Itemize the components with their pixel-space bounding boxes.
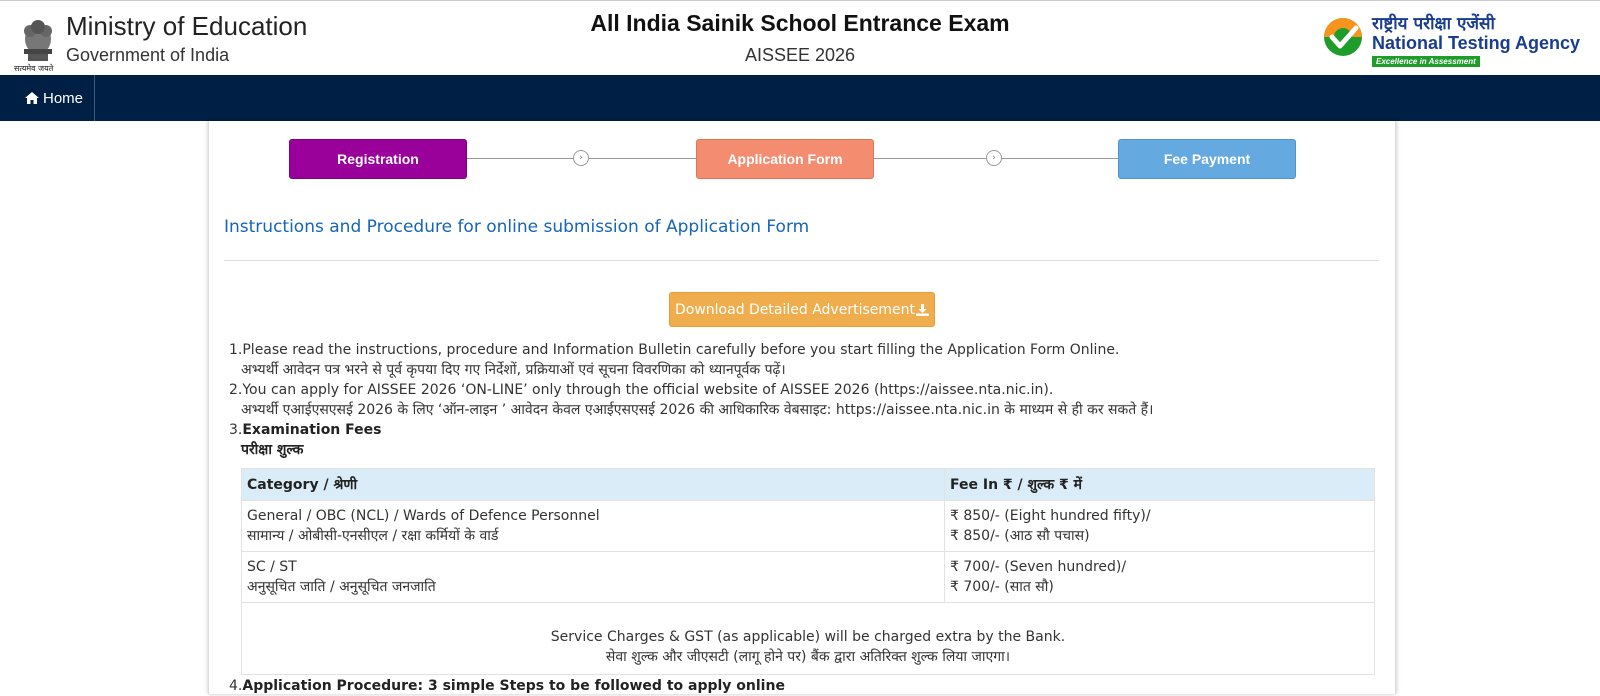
instruction-heading-en: Examination Fees: [242, 422, 382, 438]
category-cell: General / OBC (NCL) / Wards of Defence P…: [241, 500, 945, 552]
table-header-row: Category / श्रेणी Fee In ₹ / शुल्क ₹ में: [241, 468, 1375, 501]
download-button-label: Download Detailed Advertisement: [674, 301, 915, 318]
service-charges-note: Service Charges & GST (as applicable) wi…: [241, 602, 1375, 675]
step-arrow-icon: ›: [986, 150, 1002, 166]
fee-en: ₹ 850/- (Eight hundred fifty)/: [950, 508, 1151, 524]
instruction-number: 3.: [229, 422, 243, 438]
category-hi: सामान्य / ओबीसी-एनसीएल / रक्षा कर्मियों …: [247, 528, 499, 544]
section-title: Instructions and Procedure for online su…: [224, 217, 810, 237]
instruction-text-hi: अभ्यर्थी एआईएसएसई 2026 के लिए ‘ऑन-लाइन ’…: [241, 402, 1154, 418]
nav-home-link[interactable]: Home: [14, 75, 96, 121]
fee-cell: ₹ 700/- (Seven hundred)/ ₹ 700/- (सात सौ…: [944, 551, 1375, 603]
site-header: सत्यमेव जयते Ministry of Education Gover…: [0, 0, 1600, 75]
instruction-text-hi: अभ्यर्थी आवेदन पत्र भरने से पूर्व कृपया …: [241, 362, 786, 378]
step-arrow-icon: ›: [573, 150, 589, 166]
main-content: › › Registration Application Form Fee Pa…: [208, 121, 1396, 694]
fee-hi: ₹ 700/- (सात सौ): [950, 579, 1054, 595]
divider: [224, 260, 1379, 261]
home-icon: [25, 92, 39, 104]
instruction-text-en: You can apply for AISSEE 2026 ‘ON-LINE’ …: [242, 382, 1054, 398]
nta-tagline: Excellence in Assessment: [1372, 56, 1480, 67]
fee-cell: ₹ 850/- (Eight hundred fifty)/ ₹ 850/- (…: [944, 500, 1375, 552]
step-fee-payment-button[interactable]: Fee Payment: [1118, 139, 1296, 179]
download-icon: [916, 303, 929, 316]
fee-hi: ₹ 850/- (आठ सौ पचास): [950, 528, 1090, 544]
instruction-3: 3.Examination Fees परीक्षा शुल्क: [229, 420, 381, 460]
instruction-number: 1.: [229, 342, 243, 358]
table-note-row: Service Charges & GST (as applicable) wi…: [241, 602, 1375, 675]
instruction-4: 4.Application Procedure: 3 simple Steps …: [229, 676, 785, 696]
note-hi: सेवा शुल्क और जीएसटी (लागू होने पर) बैंक…: [605, 649, 1011, 665]
column-header-fee: Fee In ₹ / शुल्क ₹ में: [944, 468, 1375, 501]
fee-en: ₹ 700/- (Seven hundred)/: [950, 559, 1127, 575]
category-hi: अनुसूचित जाति / अनुसूचित जनजाति: [247, 579, 436, 595]
nta-hindi-name: राष्ट्रीय परीक्षा एजेंसी: [1372, 14, 1495, 34]
instruction-heading-hi: परीक्षा शुल्क: [241, 442, 304, 458]
progress-steps: › › Registration Application Form Fee Pa…: [289, 139, 1297, 181]
download-advertisement-button[interactable]: Download Detailed Advertisement: [669, 292, 935, 327]
main-navbar: Home: [0, 75, 1600, 121]
category-en: SC / ST: [247, 559, 297, 575]
instruction-number: 4.: [229, 678, 243, 694]
instruction-1: 1.Please read the instructions, procedur…: [229, 340, 1119, 380]
nav-home-label: Home: [43, 89, 84, 107]
column-header-category: Category / श्रेणी: [241, 468, 945, 501]
nta-logo-block[interactable]: राष्ट्रीय परीक्षा एजेंसी National Testin…: [1322, 11, 1592, 67]
instruction-heading-en: Application Procedure: 3 simple Steps to…: [242, 678, 785, 694]
table-row: General / OBC (NCL) / Wards of Defence P…: [241, 500, 1375, 552]
category-cell: SC / ST अनुसूचित जाति / अनुसूचित जनजाति: [241, 551, 945, 603]
instruction-text-en: Please read the instructions, procedure …: [242, 342, 1120, 358]
instruction-2: 2.You can apply for AISSEE 2026 ‘ON-LINE…: [229, 380, 1153, 420]
step-application-form-button[interactable]: Application Form: [696, 139, 874, 179]
step-registration-button[interactable]: Registration: [289, 139, 467, 179]
table-row: SC / ST अनुसूचित जाति / अनुसूचित जनजाति …: [241, 551, 1375, 603]
instruction-number: 2.: [229, 382, 243, 398]
category-en: General / OBC (NCL) / Wards of Defence P…: [247, 508, 600, 524]
nta-english-name: National Testing Agency: [1372, 33, 1581, 53]
note-en: Service Charges & GST (as applicable) wi…: [550, 629, 1066, 645]
fee-table: Category / श्रेणी Fee In ₹ / शुल्क ₹ में…: [241, 468, 1375, 675]
nta-check-logo-icon: [1324, 18, 1362, 56]
